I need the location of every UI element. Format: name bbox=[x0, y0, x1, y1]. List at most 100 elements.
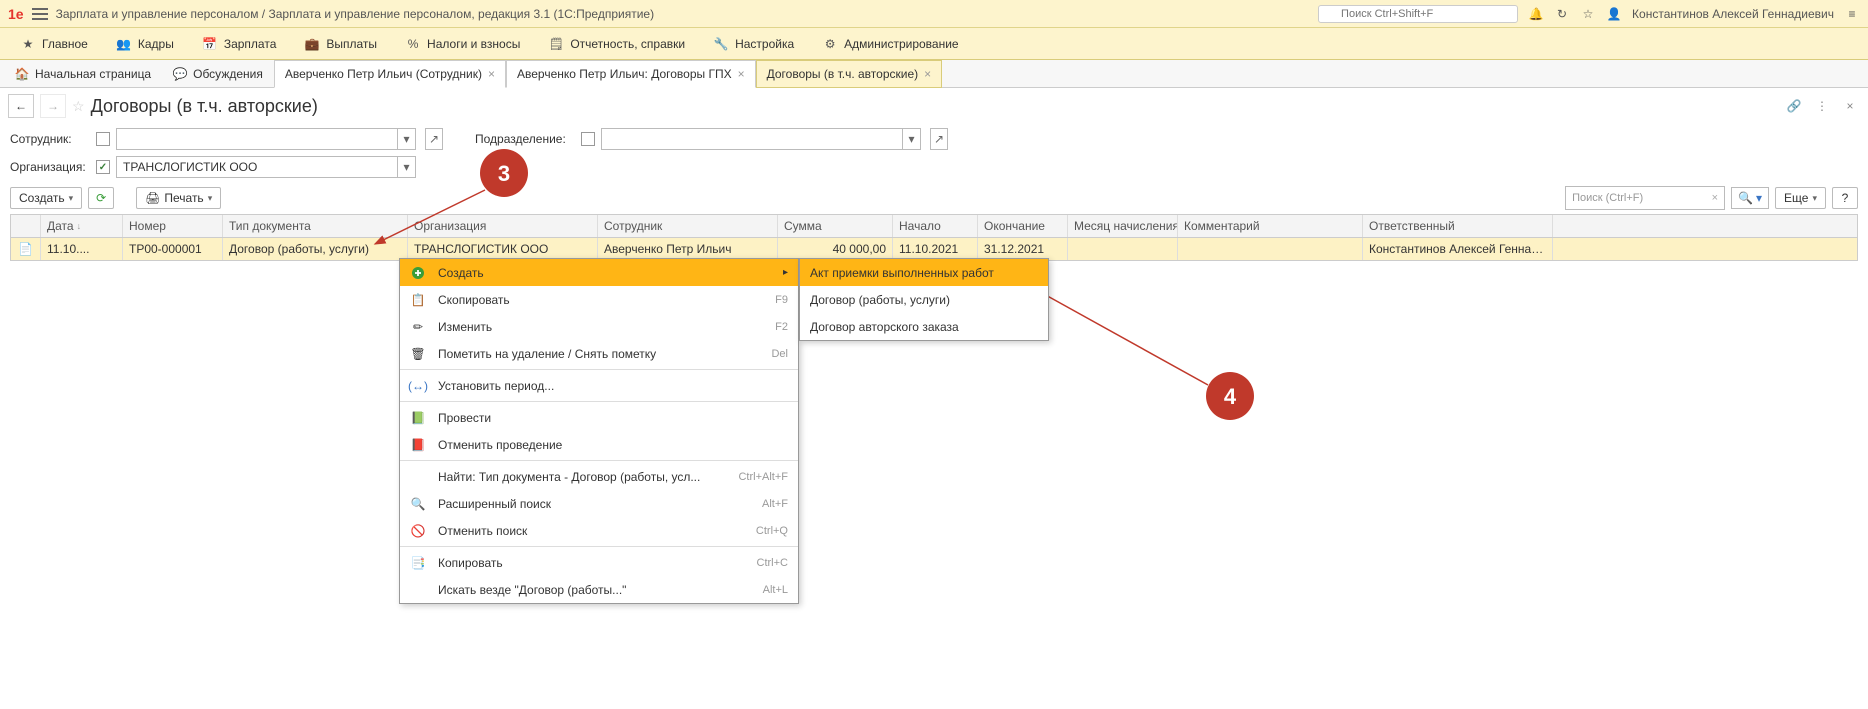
user-name[interactable]: Константинов Алексей Геннадиевич bbox=[1632, 7, 1834, 21]
open-subdiv-button[interactable]: ↗ bbox=[930, 128, 948, 150]
link-icon[interactable]: 🔗 bbox=[1784, 96, 1804, 116]
cm-search-all[interactable]: Искать везде "Договор (работы..." Alt+L bbox=[400, 576, 798, 603]
history-icon[interactable]: ↻ bbox=[1554, 6, 1570, 22]
sub-dogovor-avtor[interactable]: Договор авторского заказа bbox=[800, 313, 1048, 340]
close-page-button[interactable]: × bbox=[1840, 96, 1860, 116]
menu-vyplaty[interactable]: 💼Выплаты bbox=[290, 28, 391, 59]
sub-dogovor-raboty[interactable]: Договор (работы, услуги) bbox=[800, 286, 1048, 313]
gear-icon: ⚙ bbox=[822, 36, 838, 52]
logo-1c: 1e bbox=[8, 6, 24, 22]
home-icon: 🏠 bbox=[15, 67, 29, 81]
cm-conduct[interactable]: 📗 Провести bbox=[400, 404, 798, 431]
people-icon: 👥 bbox=[116, 36, 132, 52]
cm-cancel-conduct[interactable]: 📕 Отменить проведение bbox=[400, 431, 798, 458]
more-button[interactable]: Еще▾ bbox=[1775, 187, 1826, 209]
col-num[interactable]: Номер bbox=[123, 215, 223, 237]
menu-kadry[interactable]: 👥Кадры bbox=[102, 28, 188, 59]
menu-main[interactable]: ★Главное bbox=[6, 28, 102, 59]
menu-otchet[interactable]: 🗒Отчетность, справки bbox=[534, 28, 699, 59]
filter-employee-checkbox[interactable] bbox=[96, 132, 110, 146]
star-icon[interactable]: ☆ bbox=[1580, 6, 1596, 22]
chevron-right-icon: ▸ bbox=[763, 267, 788, 278]
chevron-down-icon[interactable]: ▾ bbox=[902, 129, 920, 149]
titlebar: 1e Зарплата и управление персоналом / За… bbox=[0, 0, 1868, 28]
tab-gph[interactable]: Аверченко Петр Ильич: Договоры ГПХ× bbox=[506, 60, 756, 88]
list-search-input[interactable]: Поиск (Ctrl+F)× bbox=[1565, 186, 1725, 210]
chevron-down-icon[interactable]: ▾ bbox=[397, 129, 415, 149]
print-button[interactable]: 🖨Печать▾ bbox=[136, 187, 221, 209]
find-button[interactable]: 🔍▾ bbox=[1731, 187, 1769, 209]
favorite-icon[interactable]: ☆ bbox=[72, 98, 85, 115]
menu-collapse-icon[interactable]: ≡ bbox=[1844, 6, 1860, 22]
col-resp[interactable]: Ответственный bbox=[1363, 215, 1553, 237]
filter-subdiv-label: Подразделение: bbox=[475, 132, 575, 146]
col-start[interactable]: Начало bbox=[893, 215, 978, 237]
menu-admin[interactable]: ⚙Администрирование bbox=[808, 28, 972, 59]
menu-zarplata[interactable]: 📅Зарплата bbox=[188, 28, 291, 59]
col-org[interactable]: Организация bbox=[408, 215, 598, 237]
col-status[interactable] bbox=[11, 215, 41, 237]
sub-act[interactable]: Акт приемки выполненных работ bbox=[800, 259, 1048, 286]
col-month[interactable]: Месяц начисления bbox=[1068, 215, 1178, 237]
close-icon[interactable]: × bbox=[488, 67, 495, 81]
cm-edit[interactable]: ✏ Изменить F2 bbox=[400, 313, 798, 340]
filter-employee-select[interactable]: .▾ bbox=[116, 128, 416, 150]
tab-home[interactable]: 🏠 Начальная страница bbox=[4, 60, 162, 87]
table: Дата↓ Номер Тип документа Организация Со… bbox=[10, 214, 1858, 261]
cm-mark-delete[interactable]: 🗑 Пометить на удаление / Снять пометку D… bbox=[400, 340, 798, 367]
filter-org-select[interactable]: ТРАНСЛОГИСТИК ООО▾ bbox=[116, 156, 416, 178]
table-header: Дата↓ Номер Тип документа Организация Со… bbox=[11, 215, 1857, 238]
clear-search-button[interactable]: × bbox=[1712, 192, 1718, 204]
bell-icon[interactable]: 🔔 bbox=[1528, 6, 1544, 22]
col-emp[interactable]: Сотрудник bbox=[598, 215, 778, 237]
open-employee-button[interactable]: ↗ bbox=[425, 128, 443, 150]
global-search-input[interactable] bbox=[1318, 5, 1518, 23]
menu-nalogi[interactable]: %Налоги и взносы bbox=[391, 28, 534, 59]
user-icon[interactable]: 👤 bbox=[1606, 6, 1622, 22]
pencil-icon: ✏ bbox=[410, 320, 426, 334]
hamburger-icon[interactable] bbox=[32, 8, 48, 20]
cm-find-type[interactable]: Найти: Тип документа - Договор (работы, … bbox=[400, 463, 798, 490]
nav-back-button[interactable]: ← bbox=[8, 94, 34, 118]
filter-org-label: Организация: bbox=[10, 160, 90, 174]
wallet-icon: 💼 bbox=[304, 36, 320, 52]
menu-nastroika[interactable]: 🔧Настройка bbox=[699, 28, 808, 59]
table-row[interactable]: 📄 11.10.... ТР00-000001 Договор (работы,… bbox=[11, 238, 1857, 260]
period-icon: (↔) bbox=[410, 379, 426, 393]
col-end[interactable]: Окончание bbox=[978, 215, 1068, 237]
toolbar: Создать▾ ⟳ 🖨Печать▾ Поиск (Ctrl+F)× 🔍▾ Е… bbox=[0, 182, 1868, 214]
mark-delete-icon: 🗑 bbox=[410, 347, 426, 361]
wrench-icon: 🔧 bbox=[713, 36, 729, 52]
nav-forward-button[interactable]: → bbox=[40, 94, 66, 118]
page-head: ← → ☆ Договоры (в т.ч. авторские) 🔗 ⋮ × bbox=[0, 88, 1868, 124]
copy-icon: 📋 bbox=[410, 293, 426, 307]
col-sum[interactable]: Сумма bbox=[778, 215, 893, 237]
search-icon: 🔍 bbox=[1738, 191, 1753, 205]
filter-subdiv-select[interactable]: .▾ bbox=[601, 128, 921, 150]
help-button[interactable]: ? bbox=[1832, 187, 1858, 209]
tab-contracts[interactable]: Договоры (в т.ч. авторские)× bbox=[756, 60, 943, 88]
col-date[interactable]: Дата↓ bbox=[41, 215, 123, 237]
calendar-icon: 📅 bbox=[202, 36, 218, 52]
col-comment[interactable]: Комментарий bbox=[1178, 215, 1363, 237]
create-button[interactable]: Создать▾ bbox=[10, 187, 82, 209]
copyall-icon: 📑 bbox=[410, 556, 426, 570]
filter-org-checkbox[interactable] bbox=[96, 160, 110, 174]
cm-copy[interactable]: 📋 Скопировать F9 bbox=[400, 286, 798, 313]
tab-discussions[interactable]: 💬 Обсуждения bbox=[162, 60, 274, 87]
cm-adv-find[interactable]: 🔍 Расширенный поиск Alt+F bbox=[400, 490, 798, 517]
kebab-icon[interactable]: ⋮ bbox=[1812, 96, 1832, 116]
close-icon[interactable]: × bbox=[738, 67, 745, 81]
close-icon[interactable]: × bbox=[924, 67, 931, 81]
tab-employee[interactable]: Аверченко Петр Ильич (Сотрудник)× bbox=[274, 60, 506, 88]
cm-cancel-find[interactable]: 🚫 Отменить поиск Ctrl+Q bbox=[400, 517, 798, 544]
filter-subdiv-checkbox[interactable] bbox=[581, 132, 595, 146]
refresh-button[interactable]: ⟳ bbox=[88, 187, 114, 209]
cm-set-period[interactable]: (↔) Установить период... bbox=[400, 372, 798, 399]
cm-copy-clipboard[interactable]: 📑 Копировать Ctrl+C bbox=[400, 549, 798, 576]
chevron-down-icon[interactable]: ▾ bbox=[397, 157, 415, 177]
filter-employee-label: Сотрудник: bbox=[10, 132, 90, 146]
tabbar: 🏠 Начальная страница 💬 Обсуждения Аверче… bbox=[0, 60, 1868, 88]
cm-create[interactable]: Создать ▸ bbox=[400, 259, 798, 286]
col-type[interactable]: Тип документа bbox=[223, 215, 408, 237]
